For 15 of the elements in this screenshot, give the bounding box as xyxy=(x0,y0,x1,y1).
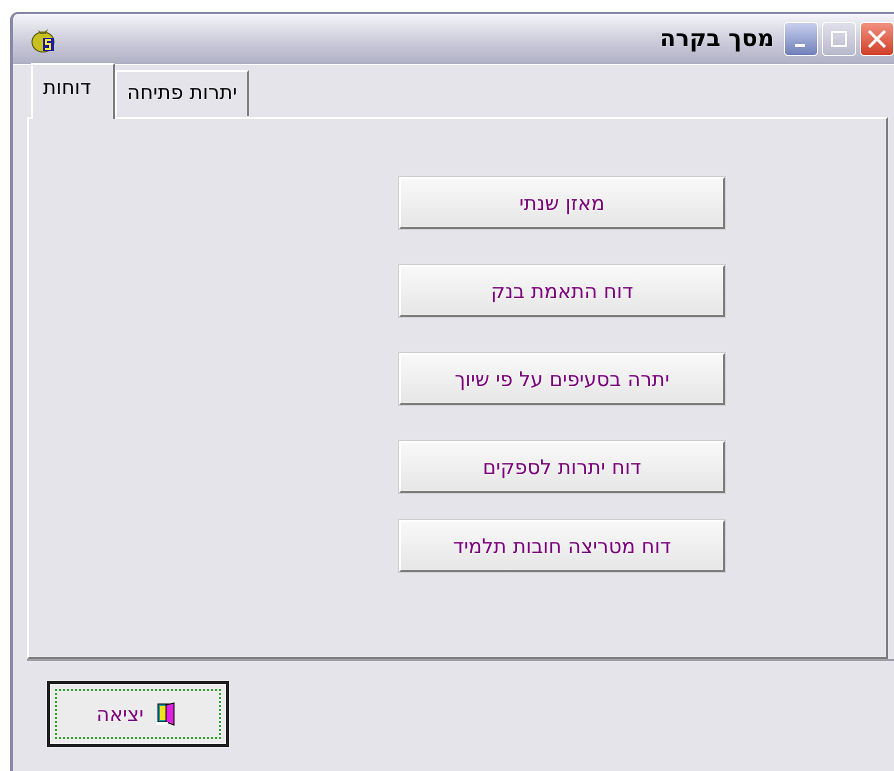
exit-button[interactable]: יציאה xyxy=(47,681,229,747)
close-icon xyxy=(866,28,888,50)
tab[interactable]: יתרות פתיחה xyxy=(115,70,250,116)
report-button[interactable]: מאזן שנתי xyxy=(399,177,725,229)
window-title: מסך בקרה xyxy=(660,26,774,52)
maximize-button[interactable] xyxy=(822,22,856,56)
minimize-icon xyxy=(794,43,808,49)
close-button[interactable] xyxy=(860,22,894,56)
report-button[interactable]: דוח התאמת בנק xyxy=(399,265,725,317)
report-button[interactable]: יתרה בסעיפים על פי שיוך xyxy=(399,353,725,405)
minimize-button[interactable] xyxy=(784,22,818,56)
tab[interactable]: דוחות xyxy=(31,63,116,119)
report-button[interactable]: דוח יתרות לספקים xyxy=(399,441,725,493)
report-button[interactable]: דוח מטריצה חובות תלמיד xyxy=(399,520,725,572)
maximize-icon xyxy=(830,30,848,48)
